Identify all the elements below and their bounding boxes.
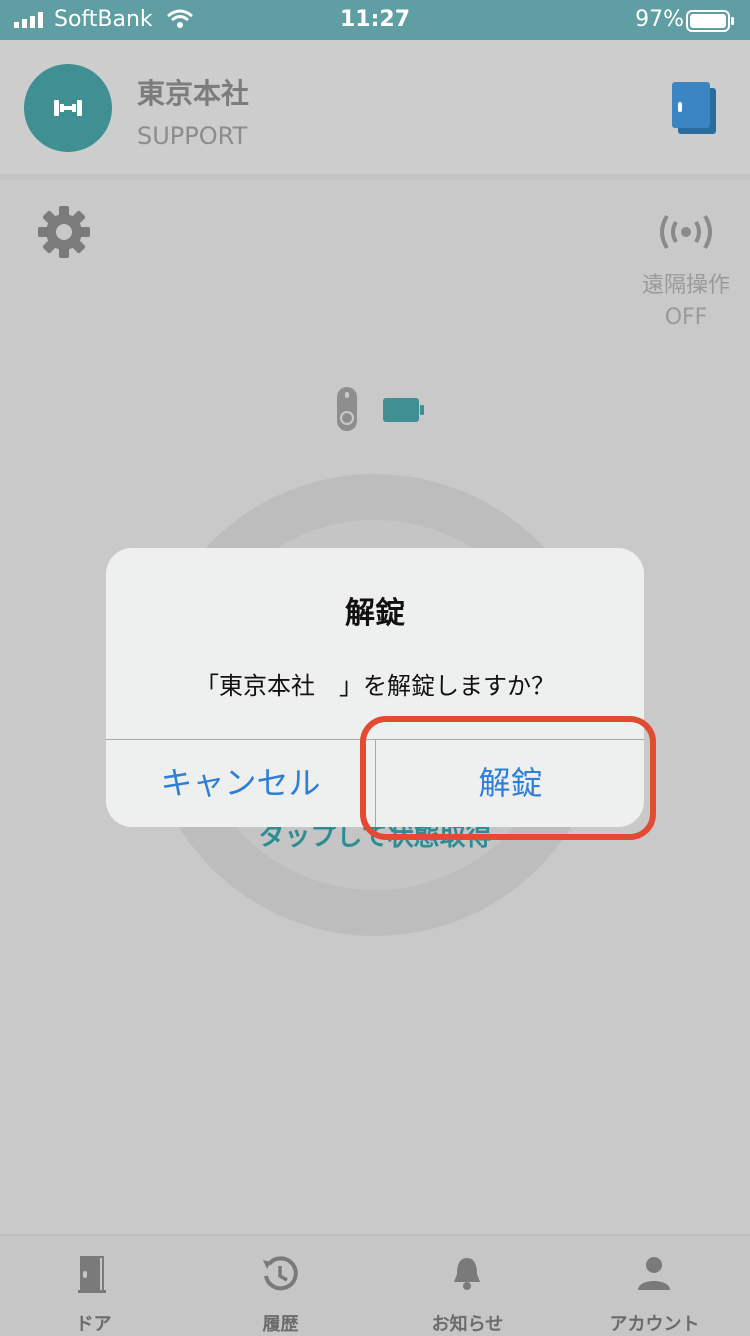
tab-history-label: 履歴 xyxy=(262,1314,299,1335)
person-icon xyxy=(638,1257,670,1290)
tab-door[interactable]: ドア xyxy=(0,1236,187,1336)
site-name: 東京本社 xyxy=(137,77,250,110)
highlight-annotation xyxy=(360,716,656,840)
history-icon xyxy=(263,1256,298,1291)
header-divider xyxy=(0,174,750,180)
tab-door-label: ドア xyxy=(75,1314,112,1335)
gear-icon[interactable] xyxy=(36,204,92,260)
tab-account[interactable]: アカウント xyxy=(561,1236,748,1336)
tab-notices[interactable]: お知らせ xyxy=(374,1236,561,1336)
tab-notices-label: お知らせ xyxy=(431,1314,504,1335)
tab-bar: ドア 履歴 お知らせ アカウント xyxy=(0,1234,750,1336)
battery-status-icon xyxy=(686,10,734,32)
remote-label-state: OFF xyxy=(664,305,708,330)
remote-signal-icon[interactable] xyxy=(656,212,716,252)
door-icon xyxy=(78,1256,106,1293)
tab-account-label: アカウント xyxy=(609,1314,700,1335)
status-bar: SoftBank 11:27 97% xyxy=(0,0,750,40)
device-battery-icon xyxy=(383,398,424,422)
remote-operation-label: 遠隔操作 OFF xyxy=(618,270,750,334)
bell-icon xyxy=(454,1258,480,1290)
dumbbell-icon xyxy=(54,100,82,116)
tab-history[interactable]: 履歴 xyxy=(187,1236,374,1336)
battery-percent: 97% xyxy=(635,7,684,32)
avatar[interactable] xyxy=(24,64,112,152)
cancel-button[interactable]: キャンセル xyxy=(106,740,375,827)
remote-label-title: 遠隔操作 xyxy=(641,273,730,298)
header: 東京本社 SUPPORT xyxy=(0,40,750,174)
dialog-message: 「東京本社 」を解錠しますか？ xyxy=(195,672,555,700)
site-subtitle: SUPPORT xyxy=(137,122,248,150)
dialog-title: 解錠 xyxy=(345,596,405,631)
lock-device-icon xyxy=(337,387,357,431)
door-switch-icon[interactable] xyxy=(670,80,718,136)
